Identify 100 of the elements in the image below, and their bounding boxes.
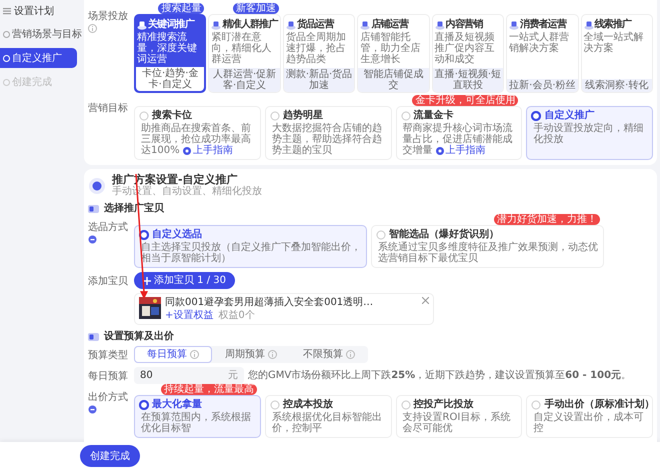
rights-count: 权益0个 [218, 310, 255, 322]
option-title: 手动出价（原标准计划） [544, 399, 654, 410]
field-label: 选品方式 [88, 222, 129, 234]
cube-icon [286, 20, 296, 30]
scene-card[interactable]: 消费者运营 一站式人群营销解决方案 拉新·会员·粉丝 [506, 14, 579, 93]
option-title: 自定义推广 [544, 110, 594, 121]
scene-desc: 紧盯潜在意向，精细化人群运营 [210, 32, 272, 67]
scene-card[interactable]: 线索推广 全域一站式解决方案 线索洞察·转化 [580, 14, 653, 93]
step-item[interactable]: 自定义推广 [0, 48, 77, 68]
budget-type-tab[interactable]: 每日预算 [134, 346, 212, 364]
sidebar-title: 设置计划 [14, 4, 54, 18]
goal-option[interactable]: 搜索卡位 助推商品在搜索首条、前三展现，抢位成功率最高达100% 上手指南 [134, 106, 261, 160]
scene-card[interactable]: 精准人群推广 紧盯潜在意向，精细化人群运营 人群运营·促新客·自定义 [208, 14, 281, 93]
scene-tags: 智能店铺促成交 [358, 68, 429, 92]
radio-button[interactable] [531, 110, 542, 120]
scene-title: 店铺运营 [371, 19, 408, 30]
bid-option[interactable]: 控成本投放 系统根据优化目标智能出价，控制平 [264, 395, 392, 438]
cube-icon [211, 20, 222, 30]
scene-tags: 直播·短视频·短直联投 [432, 68, 504, 92]
scene-desc: 货品全周期加速打爆，抢占趋势品类 [284, 32, 347, 67]
field-label: 出价方式 [88, 392, 129, 404]
budget-input[interactable]: 80 元 [134, 367, 244, 384]
scene-title: 精准人群推广 [222, 19, 278, 30]
list-icon [3, 7, 11, 15]
promo-badge: 持续起量，流量最高 [160, 384, 257, 396]
option-title: 控投产比投放 [414, 399, 474, 410]
option-title: 搜索卡位 [152, 110, 192, 121]
create-button[interactable]: 创建完成 [80, 445, 140, 467]
scene-badge: 新客加速 [232, 3, 279, 14]
scene-desc: 一站式人群营销解决方案 [508, 32, 570, 56]
budget-type-tab[interactable]: 不限预算 [290, 346, 368, 364]
field-label: 每日预算 [88, 371, 129, 382]
cube-icon [434, 20, 445, 30]
goal-option[interactable]: 自定义推广 手动设置投放定向，精细化投放 [526, 106, 653, 160]
bid-option[interactable]: 最大化拿量 在预算范围内，系统根据优化目标智 [134, 395, 261, 438]
field-label: 添加宝贝 [88, 276, 129, 288]
budget-type-tab[interactable]: 周期预算 [212, 346, 290, 364]
scene-desc: 精准搜索流量，深度关键词运营 [136, 32, 198, 67]
cube-icon [137, 20, 147, 30]
help-icon [268, 350, 277, 360]
scene-tags: 拉新·会员·粉丝 [507, 79, 578, 92]
option-desc: 助推商品在搜索首条、前三展现，抢位成功率最高达100% 上手指南 [140, 123, 252, 156]
step-icon [3, 30, 10, 38]
field-label: 预算类型 [88, 350, 129, 362]
option-title: 控成本投放 [282, 399, 333, 410]
cube-icon [360, 20, 370, 30]
scene-tags: 线索洞察·转化 [582, 79, 652, 92]
step-icon [3, 54, 10, 62]
option-title: 智能选品（爆好货识别） [389, 229, 499, 240]
select-option[interactable]: 智能选品（爆好货识别） 系统通过宝贝多维度特征及推广效果预测，动态优选营销目标下最优宝贝 [371, 225, 604, 268]
option-title: 趋势明星 [282, 110, 323, 121]
scene-badge: 搜索起量 [158, 3, 204, 14]
scene-desc: 店铺智能托管，助力全店生意增长 [359, 32, 422, 67]
unit-label: 元 [228, 370, 238, 382]
plus-icon [143, 276, 151, 285]
help-icon [346, 350, 355, 360]
budget-hint: 您的GMV市场份额环比上周下跌25%，近期下跌趋势，建议设置预算至60 - 100元。 [248, 370, 632, 382]
scene-card[interactable]: 货品运营 货品全周期加速打爆，抢占趋势品类 测款·新品·货品加速 [282, 14, 356, 93]
scene-title: 内容营销 [446, 19, 482, 30]
goal-option[interactable]: 趋势明星 大数据挖掘符合店铺的趋势主题，帮助选择符合趋势主题的宝贝 [264, 106, 392, 160]
guide-link[interactable]: 上手指南 [182, 145, 233, 156]
bid-option[interactable]: 手动出价（原标准计划） 自定义设置出价，成本可控 [526, 395, 653, 438]
bid-option[interactable]: 控投产比投放 支持设置ROI目标，系统会尽可能优 [396, 395, 522, 438]
guide-link[interactable]: 上手指南 [436, 145, 486, 156]
option-desc: 帮商家提升核心词市场流量占比，促进店铺潜能成交增量 上手指南 [402, 123, 514, 156]
radio-button[interactable] [139, 230, 149, 240]
toggle-icon [88, 332, 99, 341]
add-product-button[interactable]: 添加宝贝 1 / 30 [134, 272, 235, 290]
scene-title: 线索推广 [594, 19, 632, 30]
guide-icon [182, 146, 191, 154]
scene-desc: 全域一站式解决方案 [582, 32, 645, 56]
scene-title: 消费者运营 [520, 19, 566, 30]
radio-button[interactable] [139, 400, 149, 410]
scene-card[interactable]: 内容营销 直播及短视频推广促内容互动和成交 直播·短视频·短直联投 [432, 14, 504, 93]
close-icon[interactable] [422, 297, 429, 304]
product-name: 同款001避孕套男用超薄插入安全套001透明… [165, 297, 374, 308]
step-icon [3, 78, 10, 86]
scene-tags: 测款·新品·货品加速 [284, 68, 354, 92]
option-title: 最大化拿量 [152, 399, 202, 410]
info-badge-icon [88, 235, 97, 244]
scene-card[interactable]: 店铺运营 店铺智能托管，助力全店生意增长 智能店铺促成交 [357, 14, 430, 93]
scene-title: 关键词推广 [148, 19, 194, 30]
set-rights-link[interactable]: +设置权益 [165, 310, 214, 322]
option-desc: 手动设置投放定向，精细化投放 [532, 123, 644, 145]
option-desc: 在预算范围内，系统根据优化目标智 [140, 412, 252, 434]
option-desc: 系统根据优化目标智能出价，控制平 [270, 412, 383, 434]
help-icon [190, 350, 199, 360]
section-title: 设置预算及出价 [104, 331, 174, 342]
scene-tags: 卡位·趋势·金卡·自定义 [136, 67, 204, 91]
scene-title: 货品运营 [296, 19, 334, 30]
option-title: 流量金卡 [414, 110, 454, 121]
scene-card[interactable]: 关键词推广 精准搜索流量，深度关键词运营 卡位·趋势·金卡·自定义 [134, 14, 206, 93]
cube-icon [509, 20, 520, 30]
cube-icon [584, 20, 594, 30]
promo-badge: 潜力好货加速，力推！ [494, 214, 600, 226]
step-item[interactable]: 营销场景与目标 [0, 24, 84, 44]
scene-desc: 直播及短视频推广促内容互动和成交 [434, 32, 496, 67]
field-label: 营销目标 [88, 103, 129, 114]
goal-option[interactable]: 流量金卡 帮商家提升核心词市场流量占比，促进店铺潜能成交增量 上手指南 [396, 106, 522, 160]
option-desc: 自定义设置出价，成本可控 [532, 412, 644, 434]
